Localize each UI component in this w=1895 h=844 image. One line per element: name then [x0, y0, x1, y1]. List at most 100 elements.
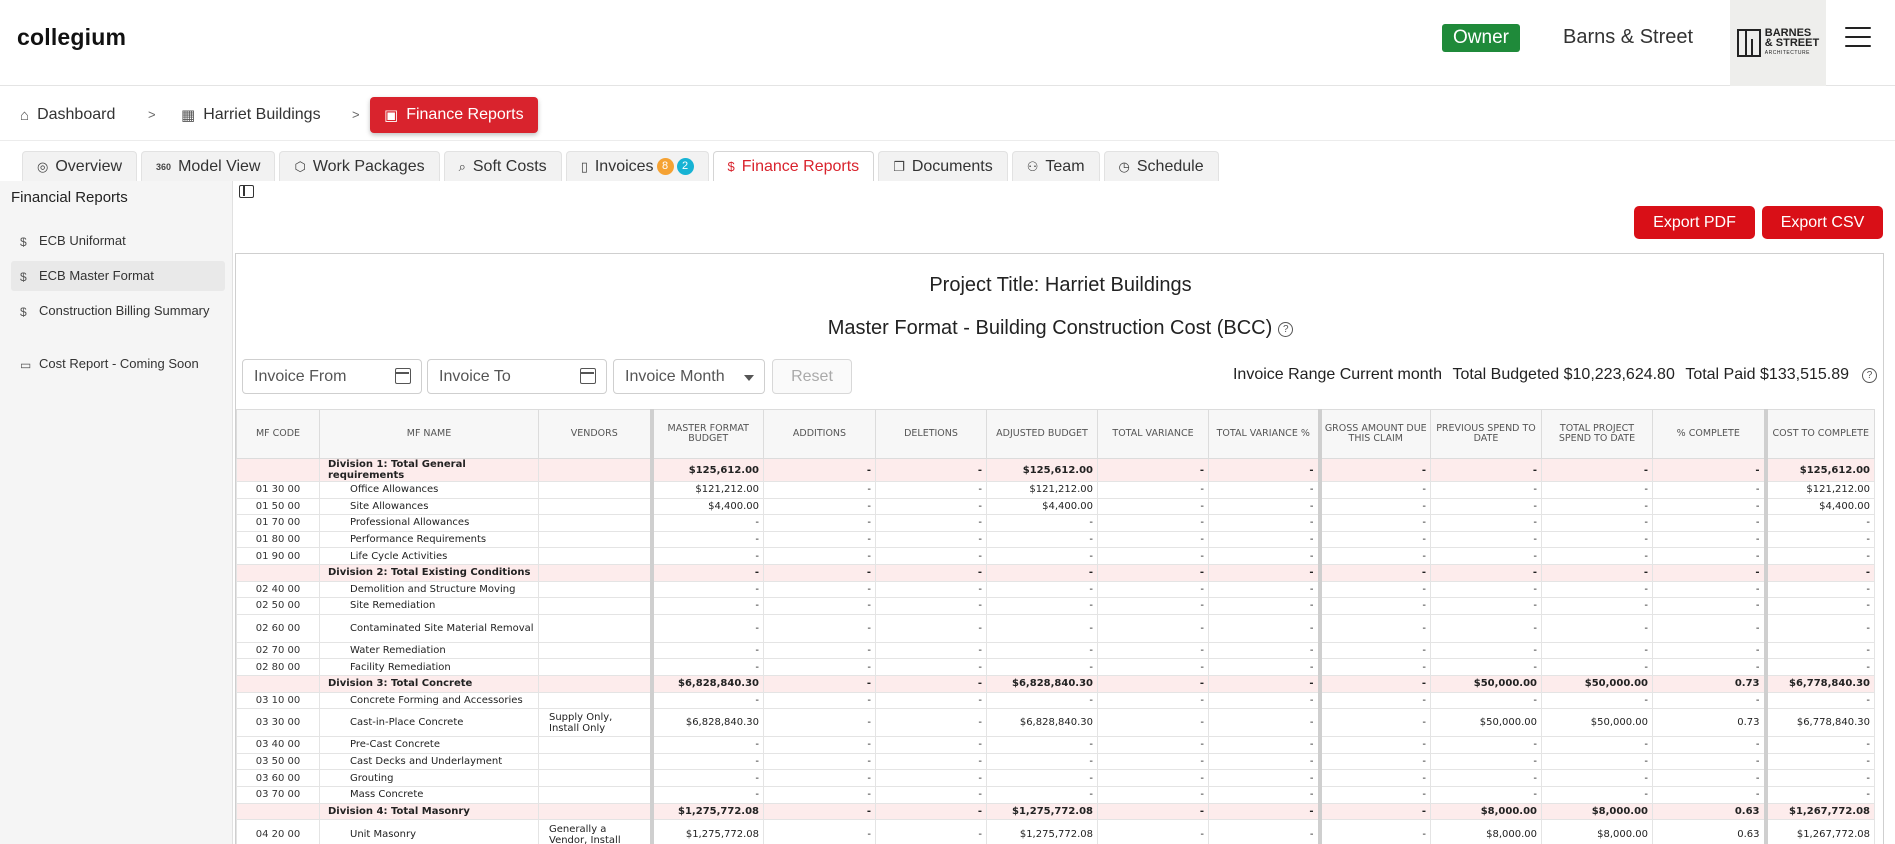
column-header[interactable]: % Complete	[1652, 409, 1768, 459]
sidebar-title: Financial Reports	[11, 189, 128, 206]
mf-code-cell: 03 50 00	[236, 752, 320, 771]
mf-name-cell: Division 4: Total Masonry	[319, 802, 539, 821]
variance-pct-cell: -	[1208, 752, 1322, 771]
variance-pct-cell: -	[1208, 481, 1322, 499]
total-spend-cell: -	[1541, 736, 1653, 754]
total-spend-cell: -	[1541, 458, 1653, 482]
cost-to-complete-cell: -	[1765, 658, 1875, 676]
gross-amount-cell: -	[1319, 613, 1431, 643]
documents-icon: ❐	[893, 158, 905, 174]
deletions-cell: -	[875, 497, 987, 516]
variance-pct-cell: -	[1208, 497, 1322, 516]
previous-spend-cell: -	[1430, 658, 1542, 676]
vendors-cell	[538, 641, 654, 660]
sidebar-item-construction-billing-summary[interactable]: $ Construction Billing Summary	[11, 296, 225, 326]
search-dollar-icon: ⌕	[458, 158, 466, 174]
help-icon[interactable]: ?	[1278, 322, 1294, 337]
column-header[interactable]: Previous Spend to Date	[1430, 409, 1542, 459]
breadcrumb-project[interactable]: ▦ Harriet Buildings	[181, 97, 321, 133]
adjusted-budget-cell: $6,828,840.30	[986, 708, 1098, 738]
column-header[interactable]: Gross Amount Due This Claim	[1319, 409, 1431, 459]
column-header[interactable]: Total Variance	[1097, 409, 1209, 459]
mf-code-cell: 04 20 00	[236, 819, 320, 844]
additions-cell: -	[763, 514, 876, 532]
reports-sidebar: Financial Reports $ ECB Uniformat $ ECB Ma…	[0, 181, 233, 844]
mf-code-cell: 03 70 00	[236, 785, 320, 804]
previous-spend-cell: -	[1430, 458, 1542, 482]
export-pdf-button[interactable]: Export PDF	[1634, 206, 1755, 239]
variance-cell: -	[1097, 658, 1209, 676]
invoice-from-input[interactable]: Invoice From	[242, 359, 422, 394]
column-header[interactable]: Additions	[763, 409, 876, 459]
deletions-cell: -	[875, 514, 987, 532]
organization-name[interactable]: Barns & Street	[1563, 26, 1693, 49]
variance-cell: -	[1097, 736, 1209, 754]
additions-cell: -	[763, 458, 876, 482]
tab-model-view[interactable]: 360 Model View	[141, 151, 276, 181]
total-spend-cell: -	[1541, 641, 1653, 660]
home-icon: ⌂	[20, 106, 30, 124]
totals-help-icon[interactable]: ?	[1862, 368, 1877, 383]
reset-button[interactable]: Reset	[772, 359, 852, 394]
variance-pct-cell: -	[1208, 458, 1322, 482]
vendors-cell: Supply Only, Install Only	[538, 708, 654, 738]
variance-pct-cell: -	[1208, 802, 1322, 821]
variance-cell: -	[1097, 481, 1209, 499]
invoice-month-select[interactable]: Invoice Month	[613, 359, 765, 394]
additions-cell: -	[763, 530, 876, 549]
menu-icon[interactable]	[1845, 27, 1871, 49]
organization-logo[interactable]: BARNES & STREET ARCHITECTURE	[1730, 0, 1826, 86]
variance-pct-cell: -	[1208, 769, 1322, 787]
calendar-icon[interactable]	[395, 368, 411, 384]
report-panel: Project Title: Harriet Buildings Master …	[235, 253, 1884, 844]
adjusted-budget-cell: -	[986, 658, 1098, 676]
cost-to-complete-cell: -	[1765, 736, 1875, 754]
tab-soft-costs[interactable]: ⌕ Soft Costs	[443, 151, 562, 181]
tab-team[interactable]: ⚇ Team	[1011, 151, 1100, 181]
variance-pct-cell: -	[1208, 658, 1322, 676]
tab-label: Team	[1045, 157, 1085, 175]
breadcrumb-dashboard[interactable]: ⌂ Dashboard	[20, 97, 115, 133]
tab-documents[interactable]: ❐ Documents	[878, 151, 1008, 181]
overview-icon: ◎	[37, 158, 49, 174]
adjusted-budget-cell: $121,212.00	[986, 481, 1098, 499]
deletions-cell: -	[875, 658, 987, 676]
sidebar-toggle-icon[interactable]	[239, 185, 254, 198]
additions-cell: -	[763, 736, 876, 754]
column-header[interactable]: Total Variance %	[1208, 409, 1322, 459]
project-tabs: ◎ Overview 360 Model View ⬡ Work Packages ⌕…	[22, 151, 1223, 181]
table-row: 04 20 00 Unit Masonry Generally a Vendor, …	[236, 819, 1875, 844]
tab-schedule[interactable]: ◷ Schedule	[1103, 151, 1219, 181]
sidebar-item-ecb-master-format[interactable]: $ ECB Master Format	[11, 261, 225, 291]
export-csv-button[interactable]: Export CSV	[1762, 206, 1883, 239]
column-header[interactable]: Deletions	[875, 409, 987, 459]
previous-spend-cell: -	[1430, 736, 1542, 754]
tab-invoices[interactable]: ▯ Invoices 8 2	[565, 151, 709, 181]
adjusted-budget-cell: -	[986, 563, 1098, 582]
tab-finance-reports[interactable]: $ Finance Reports	[712, 151, 875, 181]
table-row: 02 80 00 Facility Remediation - - - - - - - - - - -	[236, 658, 1875, 676]
sidebar-item-cost-report[interactable]: ▭ Cost Report - Coming Soon	[11, 349, 225, 379]
deletions-cell: -	[875, 769, 987, 787]
brand-logo[interactable]: collegium	[17, 24, 126, 51]
tab-work-packages[interactable]: ⬡ Work Packages	[279, 151, 440, 181]
budget-cell: -	[651, 547, 764, 565]
column-header[interactable]: Master Format Budget	[651, 409, 764, 459]
variance-pct-cell: -	[1208, 674, 1322, 693]
calendar-icon[interactable]	[580, 368, 596, 384]
breadcrumb-finance-reports[interactable]: ▣ Finance Reports	[370, 97, 538, 133]
column-header[interactable]: Adjusted Budget	[986, 409, 1098, 459]
mf-code-cell: 01 80 00	[236, 530, 320, 549]
column-header[interactable]: Cost to Complete	[1765, 409, 1875, 459]
column-header[interactable]: Total Project Spend to Date	[1541, 409, 1653, 459]
column-header[interactable]: MF Code	[236, 409, 320, 459]
sidebar-item-ecb-uniformat[interactable]: $ ECB Uniformat	[11, 226, 225, 256]
column-header[interactable]: MF Name	[319, 409, 539, 459]
tab-overview[interactable]: ◎ Overview	[22, 151, 138, 181]
invoice-to-input[interactable]: Invoice To	[427, 359, 607, 394]
gross-amount-cell: -	[1319, 674, 1431, 693]
budget-cell: -	[651, 752, 764, 771]
column-header[interactable]: Vendors	[538, 409, 654, 459]
budget-cell: -	[651, 563, 764, 582]
additions-cell: -	[763, 481, 876, 499]
